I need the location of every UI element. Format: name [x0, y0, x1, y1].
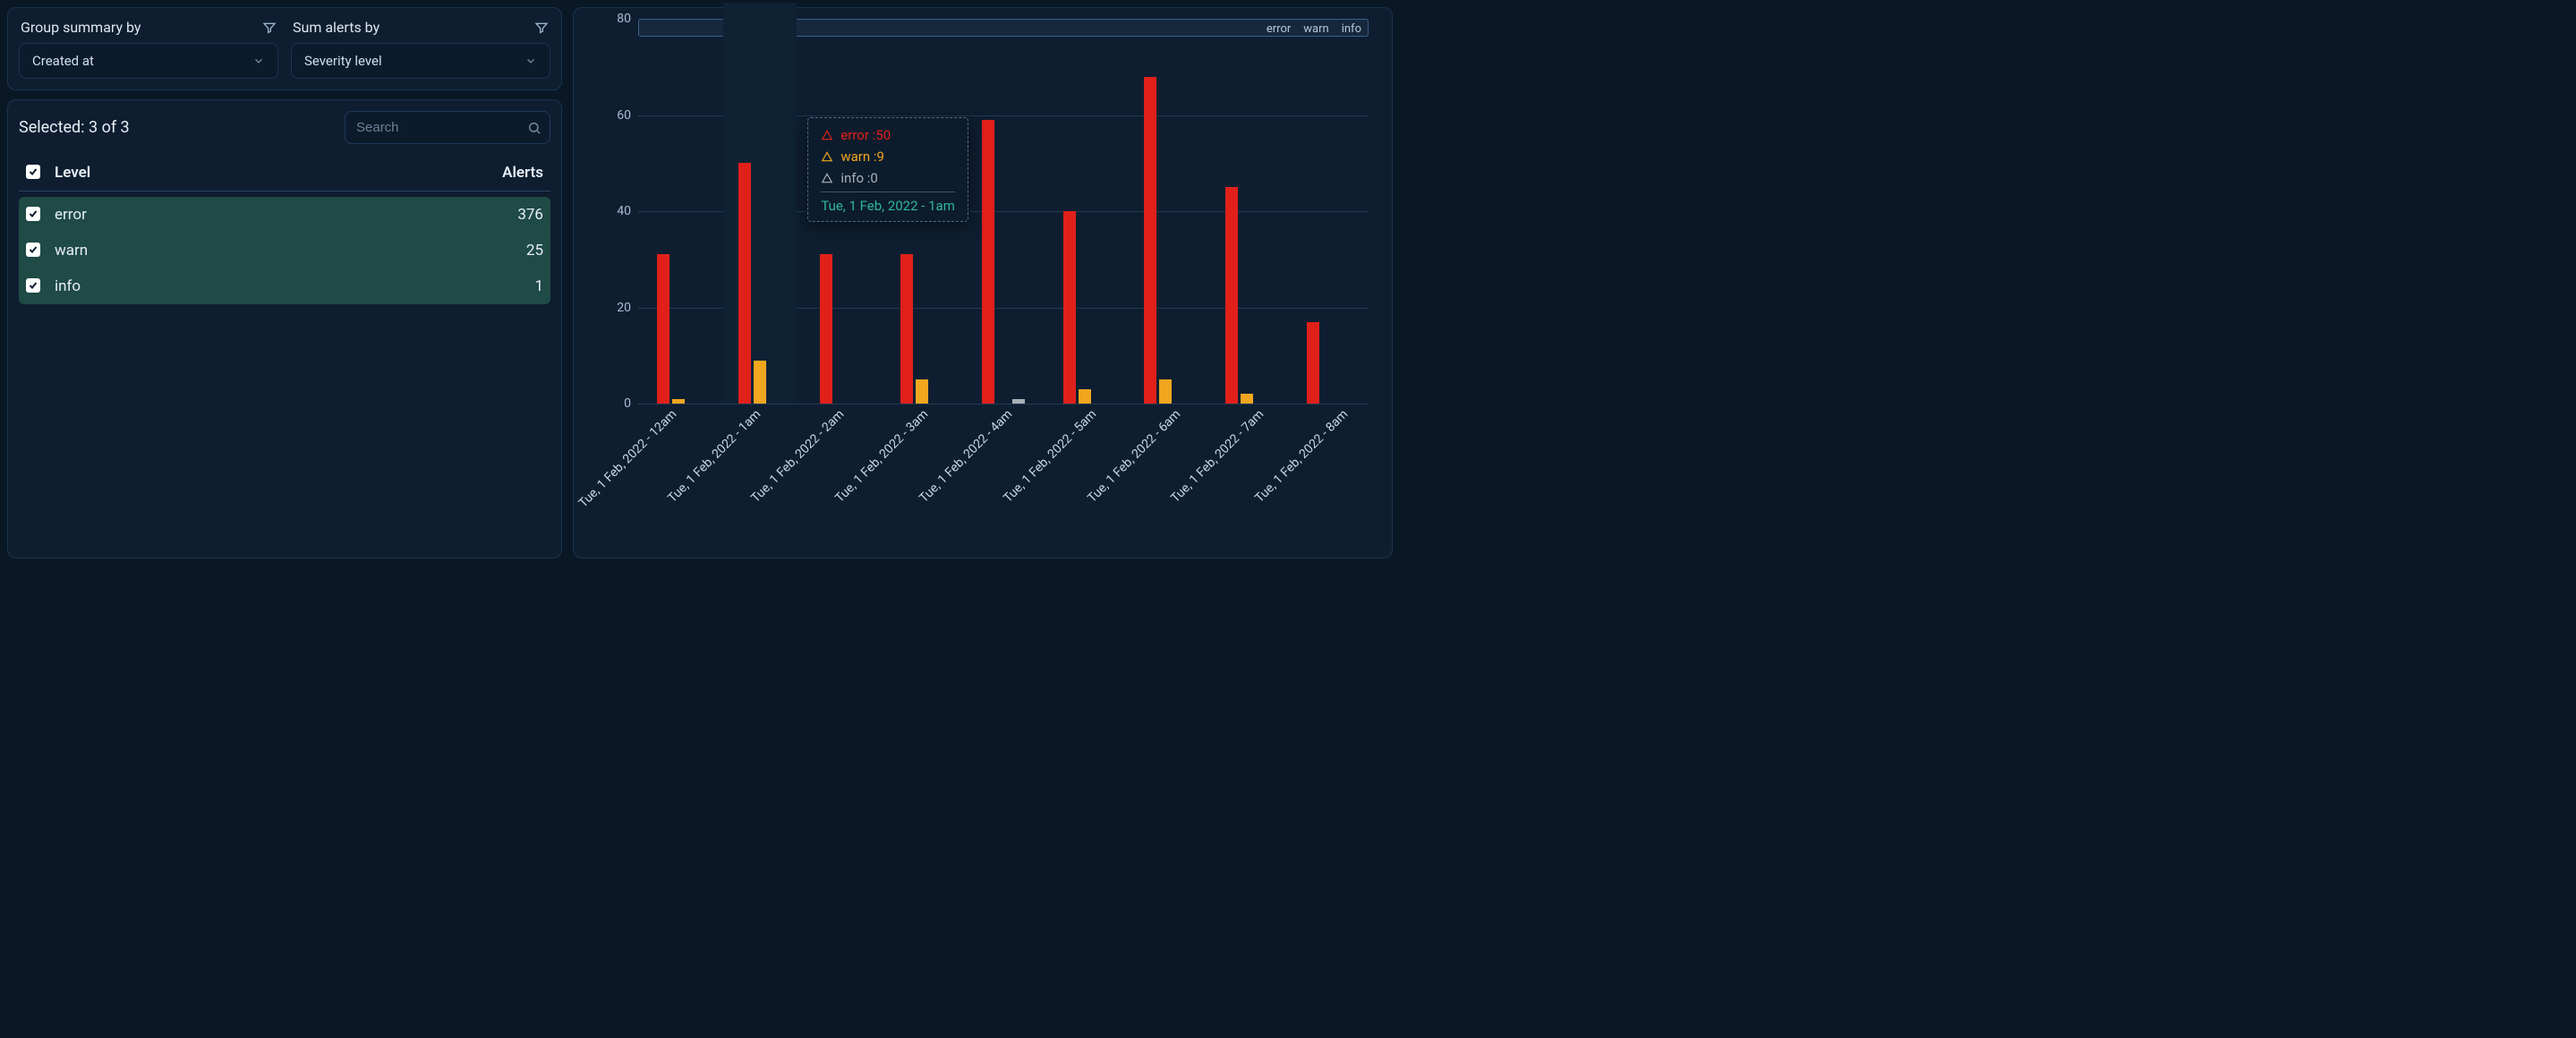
y-tick: 80	[599, 12, 631, 26]
sum-alerts-value: Severity level	[304, 53, 382, 69]
filter-panel: Group summary by Created at Sum alerts b…	[7, 7, 562, 90]
bar-error[interactable]	[820, 254, 832, 404]
y-tick: 60	[599, 108, 631, 123]
table-row[interactable]: info1	[19, 268, 550, 304]
legend-info[interactable]: info	[1342, 22, 1361, 36]
y-tick: 40	[599, 204, 631, 218]
group-summary-value: Created at	[32, 53, 94, 69]
chart-legend: error warn info	[1267, 22, 1361, 36]
bar-error[interactable]	[1307, 322, 1319, 404]
row-alerts: 1	[454, 277, 543, 295]
bar-group[interactable]	[1044, 19, 1125, 404]
bar-error[interactable]	[900, 254, 913, 404]
bar-group[interactable]	[1207, 19, 1288, 404]
x-tick: Tue, 1 Feb, 2022 - 8am	[1299, 398, 1383, 541]
tooltip-warn: warn :9	[840, 149, 884, 165]
bar-group[interactable]	[720, 19, 801, 404]
legend-warn[interactable]: warn	[1303, 22, 1328, 36]
table-row[interactable]: warn25	[19, 233, 550, 268]
bar-group[interactable]	[1125, 19, 1207, 404]
sum-alerts-select[interactable]: Severity level	[291, 43, 550, 79]
selected-count: Selected: 3 of 3	[19, 118, 130, 137]
search-input[interactable]	[345, 111, 550, 144]
chevron-down-icon	[525, 55, 537, 67]
bar-error[interactable]	[982, 120, 994, 404]
chart-area[interactable]: error warn info error :50 warn :9 info :…	[638, 19, 1369, 404]
chart-tooltip: error :50 warn :9 info :0 Tue, 1 Feb, 20…	[807, 117, 968, 222]
chevron-down-icon	[252, 55, 265, 67]
bar-group[interactable]	[638, 19, 720, 404]
y-tick: 0	[599, 396, 631, 411]
bar-error[interactable]	[1063, 211, 1076, 404]
group-summary-select[interactable]: Created at	[19, 43, 278, 79]
row-level: warn	[55, 242, 454, 260]
sum-alerts-label: Sum alerts by	[293, 19, 380, 36]
tooltip-info: info :0	[840, 170, 877, 186]
col-header-alerts[interactable]: Alerts	[454, 164, 543, 182]
row-level: error	[55, 206, 454, 224]
tooltip-error: error :50	[840, 127, 891, 143]
tooltip-category: Tue, 1 Feb, 2022 - 1am	[821, 198, 955, 214]
row-checkbox[interactable]	[26, 242, 40, 257]
bar-error[interactable]	[657, 254, 670, 404]
level-list-panel: Selected: 3 of 3 Level Alerts error376	[7, 99, 562, 558]
row-alerts: 25	[454, 242, 543, 260]
row-checkbox[interactable]	[26, 278, 40, 293]
funnel-icon[interactable]	[262, 21, 277, 35]
funnel-icon[interactable]	[534, 21, 549, 35]
row-checkbox[interactable]	[26, 207, 40, 221]
row-alerts: 376	[454, 206, 543, 224]
y-tick: 20	[599, 301, 631, 315]
select-all-checkbox[interactable]	[26, 165, 40, 179]
row-level: info	[55, 277, 454, 295]
bar-group[interactable]	[1287, 19, 1369, 404]
chart-panel: error warn info error :50 warn :9 info :…	[573, 7, 1393, 558]
group-summary-label: Group summary by	[21, 19, 141, 36]
table-header: Level Alerts	[19, 155, 550, 191]
bar-warn[interactable]	[754, 361, 766, 404]
bar-group[interactable]	[963, 19, 1045, 404]
search-icon	[527, 121, 542, 135]
bar-error[interactable]	[1225, 187, 1238, 404]
col-header-level[interactable]: Level	[55, 164, 454, 182]
bar-error[interactable]	[738, 163, 751, 404]
bar-error[interactable]	[1144, 77, 1156, 404]
legend-error[interactable]: error	[1267, 22, 1291, 36]
table-row[interactable]: error376	[19, 197, 550, 233]
